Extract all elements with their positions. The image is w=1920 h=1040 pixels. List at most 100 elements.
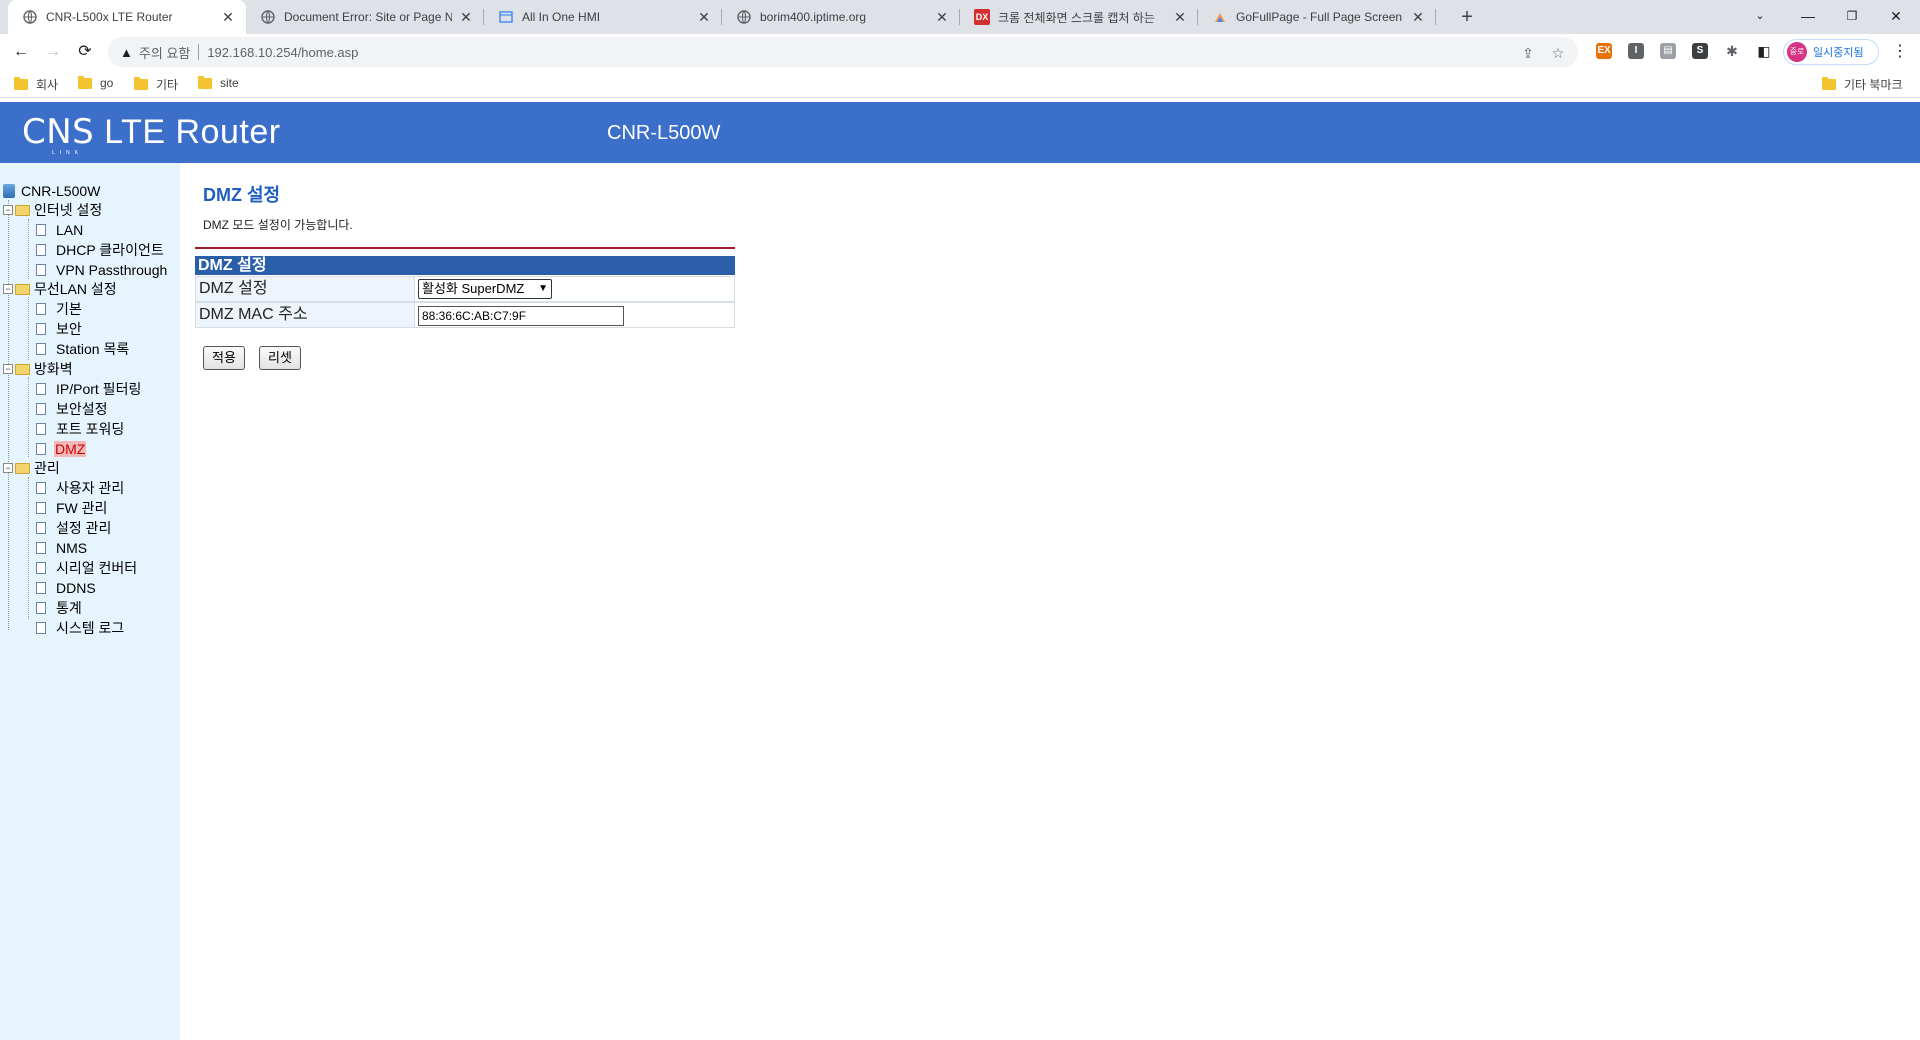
- collapse-icon[interactable]: −: [3, 463, 13, 473]
- extension-icon[interactable]: EX: [1596, 43, 1612, 59]
- tab-gofullpage[interactable]: GoFullPage - Full Page Screen C ✕: [1198, 0, 1436, 34]
- extension-icon[interactable]: S: [1692, 43, 1708, 59]
- sidebar-item-user-admin[interactable]: 사용자 관리: [36, 479, 124, 497]
- bookmarks-bar: 회사 go 기타 site 기타 북마크: [0, 70, 1920, 98]
- browser-toolbar: ← → ⟳ ▲ 주의 요함 192.168.10.254/home.asp ⇪ …: [0, 34, 1920, 70]
- page-icon: [36, 622, 46, 634]
- sidebar-item-config-admin[interactable]: 설정 관리: [36, 519, 111, 537]
- dx-icon: DX: [974, 9, 990, 25]
- sidebar-item-ip-port-filter[interactable]: IP/Port 필터링: [36, 380, 141, 398]
- tab-title: GoFullPage - Full Page Screen C: [1236, 10, 1404, 24]
- close-icon[interactable]: ✕: [220, 9, 236, 26]
- bookmark-folder[interactable]: go: [78, 75, 113, 90]
- restore-button[interactable]: ❐: [1832, 4, 1872, 28]
- divider: [195, 247, 735, 249]
- sidebar-item-vpn[interactable]: VPN Passthrough: [36, 261, 167, 279]
- globe-icon: [22, 9, 38, 25]
- router-logo: CNS LINK LTE Router: [22, 112, 281, 156]
- sidebar-item-wlan-basic[interactable]: 기본: [36, 300, 82, 318]
- close-icon[interactable]: ✕: [458, 9, 474, 26]
- tab-search-button[interactable]: ⌄: [1740, 4, 1780, 28]
- page-icon: [36, 224, 46, 236]
- collapse-icon[interactable]: −: [3, 364, 13, 374]
- router-page: CNS LINK LTE Router CNR-L500W CNR-L500W …: [0, 98, 1920, 1040]
- dmz-mode-select[interactable]: 활성화 SuperDMZ ▼: [418, 279, 552, 299]
- tab-hmi[interactable]: All In One HMI ✕: [484, 0, 722, 34]
- page-icon: [36, 264, 46, 276]
- sidebar-item-serial-converter[interactable]: 시리얼 컨버터: [36, 559, 137, 577]
- extension-icon[interactable]: I: [1628, 43, 1644, 59]
- puzzle-icon[interactable]: ✱: [1724, 43, 1740, 59]
- window-close-button[interactable]: ✕: [1876, 4, 1916, 28]
- page-icon: [36, 443, 46, 455]
- page-icon: [36, 403, 46, 415]
- tab-title: borim400.iptime.org: [760, 10, 867, 24]
- folder-icon: [14, 77, 28, 90]
- dmz-mac-label: DMZ MAC 주소: [196, 303, 415, 327]
- minimize-button[interactable]: —: [1788, 4, 1828, 28]
- tree-folder-wlan[interactable]: − 무선LAN 설정: [3, 280, 117, 298]
- page-icon: [36, 482, 46, 494]
- new-tab-button[interactable]: +: [1455, 5, 1479, 29]
- sidebar-item-security-settings[interactable]: 보안설정: [36, 400, 108, 418]
- dmz-mac-input[interactable]: 88:36:6C:AB:C7:9F: [418, 306, 624, 326]
- page-icon: [36, 323, 46, 335]
- sidebar-item-wlan-security[interactable]: 보안: [36, 320, 82, 338]
- tab-iptime[interactable]: borim400.iptime.org ✕: [722, 0, 960, 34]
- apply-button[interactable]: 적용: [203, 346, 245, 370]
- profile-button[interactable]: 중로 일시중지됨: [1783, 39, 1879, 65]
- folder-icon: [198, 75, 212, 89]
- bookmark-folder[interactable]: site: [198, 75, 239, 90]
- reset-button[interactable]: 리셋: [259, 346, 301, 370]
- tree-folder-internet[interactable]: − 인터넷 설정: [3, 201, 102, 219]
- security-warning[interactable]: 주의 요함: [139, 43, 190, 62]
- folder-icon: [15, 363, 30, 375]
- tab-capture-guide[interactable]: DX 크롬 전체화면 스크롤 캡처 하는 ✕: [960, 0, 1198, 34]
- page-icon: [498, 9, 514, 25]
- warning-icon[interactable]: ▲: [120, 45, 133, 60]
- sidebar-item-station-list[interactable]: Station 목록: [36, 340, 129, 358]
- close-icon[interactable]: ✕: [1172, 9, 1188, 26]
- sidebar-item-port-forwarding[interactable]: 포트 포워딩: [36, 420, 124, 438]
- sidebar-item-dhcp[interactable]: DHCP 클라이언트: [36, 241, 164, 259]
- url-text[interactable]: 192.168.10.254/home.asp: [207, 45, 358, 60]
- sidebar-item-statistics[interactable]: 통계: [36, 599, 82, 617]
- tree-folder-firewall[interactable]: − 방화벽: [3, 360, 73, 378]
- tab-title: 크롬 전체화면 스크롤 캡처 하는: [998, 10, 1155, 25]
- reload-icon[interactable]: ⟳: [73, 40, 97, 64]
- bookmark-folder[interactable]: 회사: [14, 76, 58, 93]
- folder-icon: [15, 204, 30, 216]
- tab-document-error[interactable]: Document Error: Site or Page N ✕: [246, 0, 484, 34]
- sidebar-item-ddns[interactable]: DDNS: [36, 579, 96, 597]
- bookmark-folder[interactable]: 기타: [134, 76, 178, 93]
- gofullpage-icon: [1212, 9, 1228, 25]
- tree-folder-admin[interactable]: − 관리: [3, 459, 60, 477]
- globe-icon: [260, 9, 276, 25]
- back-arrow-icon[interactable]: ←: [9, 40, 33, 64]
- address-bar[interactable]: ▲ 주의 요함 192.168.10.254/home.asp ⇪ ☆: [108, 37, 1578, 67]
- collapse-icon[interactable]: −: [3, 205, 13, 215]
- tab-router[interactable]: CNR-L500x LTE Router ✕: [8, 0, 246, 34]
- menu-icon[interactable]: ⋮: [1888, 40, 1912, 64]
- sidebar-item-fw-admin[interactable]: FW 관리: [36, 499, 107, 517]
- close-icon[interactable]: ✕: [934, 9, 950, 26]
- sidebar-item-lan[interactable]: LAN: [36, 221, 83, 239]
- sidebar-item-system-log[interactable]: 시스템 로그: [36, 619, 124, 637]
- close-icon[interactable]: ✕: [696, 9, 712, 26]
- collapse-icon[interactable]: −: [3, 284, 13, 294]
- close-icon[interactable]: ✕: [1410, 9, 1426, 26]
- tab-title: All In One HMI: [522, 10, 601, 24]
- star-icon[interactable]: ☆: [1548, 43, 1568, 63]
- sidebar-item-nms[interactable]: NMS: [36, 539, 87, 557]
- side-panel-icon[interactable]: ◧: [1756, 43, 1772, 59]
- sidebar-item-dmz[interactable]: DMZ: [36, 440, 87, 458]
- share-icon[interactable]: ⇪: [1518, 43, 1538, 63]
- model-title: CNR-L500W: [607, 122, 721, 144]
- forward-arrow-icon[interactable]: →: [41, 40, 65, 64]
- page-icon: [36, 244, 46, 256]
- tree-root[interactable]: CNR-L500W: [3, 182, 100, 200]
- table-header: DMZ 설정: [195, 256, 735, 275]
- extension-icon[interactable]: ▤: [1660, 43, 1676, 59]
- other-bookmarks[interactable]: 기타 북마크: [1822, 76, 1903, 93]
- page-icon: [36, 562, 46, 574]
